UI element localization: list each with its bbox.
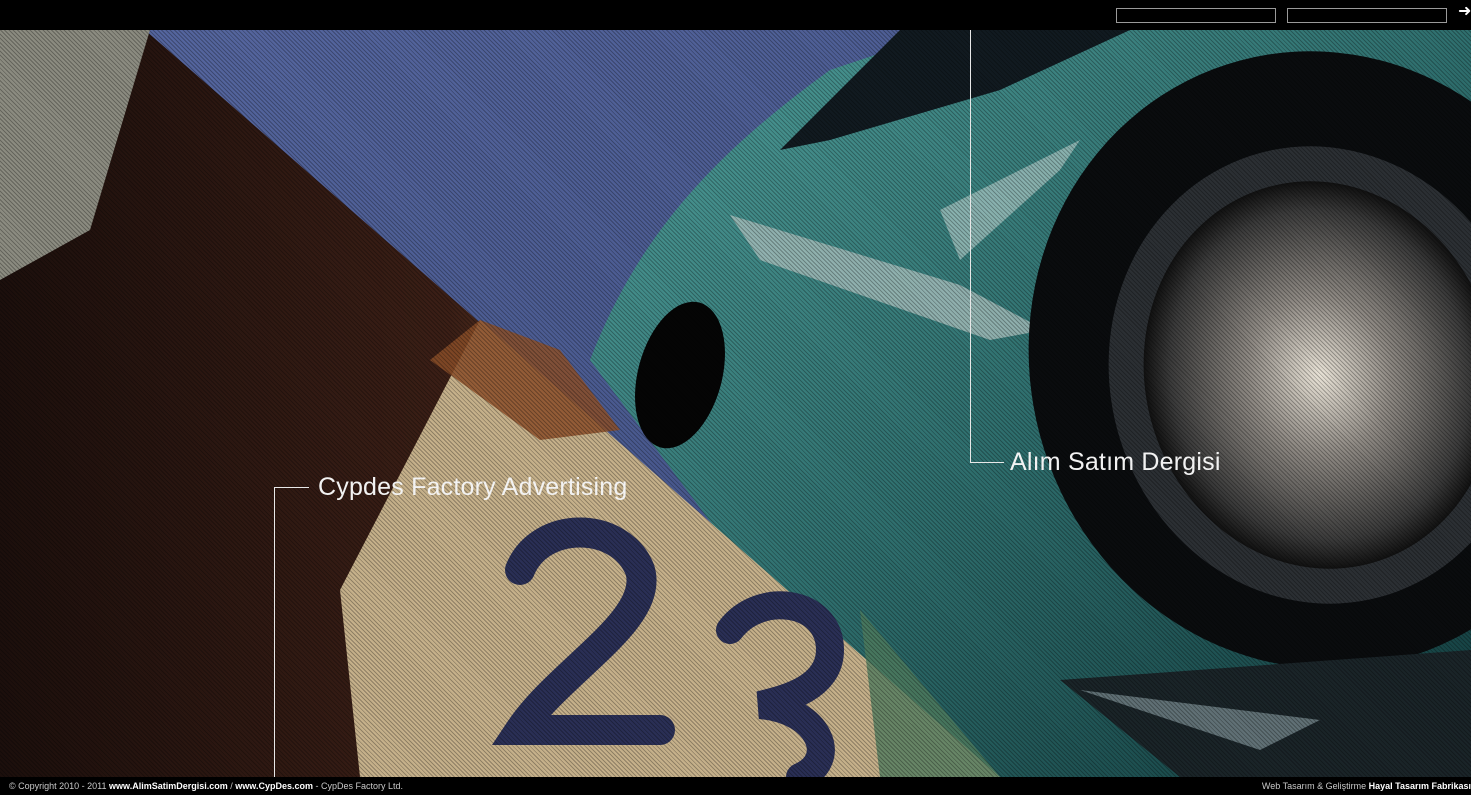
- copyright-text: © Copyright 2010 - 2011: [9, 781, 107, 791]
- callout-right-vertical-line: [970, 30, 971, 463]
- password-input[interactable]: [1287, 8, 1447, 23]
- callout-right-horizontal-line: [970, 462, 1004, 463]
- top-bar: ➜: [0, 0, 1471, 30]
- footer-copyright: © Copyright 2010 - 2011 www.AlimSatimDer…: [9, 777, 403, 795]
- company-name: - CypDes Factory Ltd.: [315, 781, 404, 791]
- credit-prefix: Web Tasarım & Geliştirme: [1261, 781, 1367, 791]
- footer: © Copyright 2010 - 2011 www.AlimSatimDer…: [0, 777, 1471, 795]
- hero-image: [0, 30, 1471, 777]
- username-input[interactable]: [1116, 8, 1276, 23]
- footer-separator: /: [230, 781, 233, 791]
- callout-alim-satim-dergisi[interactable]: Alım Satım Dergisi: [1010, 448, 1221, 477]
- hero-artwork: [0, 30, 1471, 777]
- link-hayal-tasarim[interactable]: Hayal Tasarım Fabrikası: [1369, 781, 1471, 791]
- callout-cypdes-factory-advertising[interactable]: Cypdes Factory Advertising: [318, 473, 628, 502]
- link-cypdes[interactable]: www.CypDes.com: [235, 781, 313, 791]
- callout-left-horizontal-line: [274, 487, 309, 488]
- callout-left-vertical-line: [274, 487, 275, 777]
- footer-credit: Web Tasarım & Geliştirme Hayal Tasarım F…: [1262, 777, 1471, 795]
- link-alimsatimdergisi[interactable]: www.AlimSatimDergisi.com: [109, 781, 228, 791]
- arrow-right-icon[interactable]: ➜: [1458, 1, 1471, 21]
